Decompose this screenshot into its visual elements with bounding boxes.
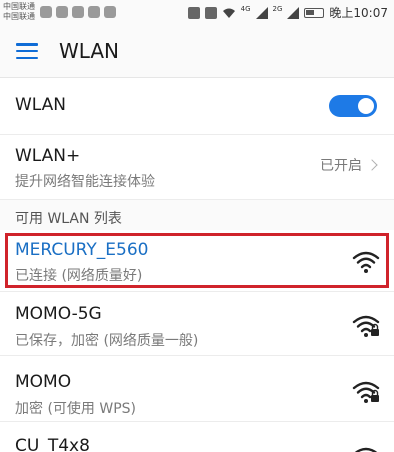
- wlan-switch[interactable]: [329, 95, 377, 117]
- telegram-icon: [104, 6, 116, 18]
- network-status: 已连接 (网络质量好): [15, 268, 143, 284]
- wlan-plus-label: WLAN+: [15, 146, 81, 166]
- vibrate-icon: [204, 6, 217, 19]
- wifi-lock-icon: [352, 315, 380, 337]
- wlan-plus-status-text: 已开启: [320, 158, 362, 174]
- qq-icon: [56, 6, 68, 18]
- switch-knob: [358, 98, 374, 114]
- wifi-full-icon: [352, 251, 380, 273]
- chevron-right-icon: [366, 159, 378, 171]
- heart-icon: [40, 6, 52, 18]
- status-right: 4G 2G 晚上10:07: [187, 4, 388, 21]
- weibo-icon: [88, 6, 100, 18]
- wlan-plus-status: 已开启: [320, 155, 378, 175]
- status-bar: 中国联通 中国联通 4G 2G 晚上10:07: [0, 0, 394, 25]
- network-ssid: MOMO: [15, 372, 72, 392]
- message-icon: [72, 6, 84, 18]
- page-title: WLAN: [59, 39, 120, 63]
- wlan-plus-row[interactable]: WLAN+ 提升网络智能连接体验 已开启: [0, 135, 394, 200]
- network-ssid: MOMO-5G: [15, 304, 102, 324]
- notification-icons: [40, 6, 116, 18]
- wifi-status-icon: [222, 8, 235, 18]
- carrier-label-1: 中国联通: [3, 2, 35, 11]
- signal-1-icon: [255, 6, 268, 19]
- battery-icon: [304, 7, 325, 18]
- network-item-momo[interactable]: MOMO 加密 (可使用 WPS): [0, 356, 394, 422]
- signal-2-icon: [287, 6, 300, 19]
- network-ssid: CU_T4x8: [15, 436, 90, 452]
- network-status: 已保存，加密 (网络质量一般): [15, 333, 199, 349]
- section-title: 可用 WLAN 列表: [15, 211, 122, 227]
- app-bar: WLAN: [0, 25, 394, 78]
- bluetooth-icon: [187, 6, 200, 19]
- menu-icon[interactable]: [16, 43, 38, 60]
- clock: 晚上10:07: [329, 6, 388, 20]
- carrier-label-2: 中国联通: [3, 12, 35, 21]
- signal-2-type: 2G: [272, 4, 283, 13]
- wlan-toggle-row[interactable]: WLAN: [0, 78, 394, 135]
- network-status: 加密 (可使用 WPS): [15, 401, 136, 417]
- network-ssid: MERCURY_E560: [15, 240, 149, 260]
- network-item-cu[interactable]: CU_T4x8: [0, 422, 394, 452]
- wlan-toggle-label: WLAN: [15, 95, 67, 115]
- network-item-momo-5g[interactable]: MOMO-5G 已保存，加密 (网络质量一般): [0, 292, 394, 356]
- signal-1-type: 4G: [240, 4, 251, 13]
- network-item-mercury[interactable]: MERCURY_E560 已连接 (网络质量好): [0, 230, 394, 292]
- wifi-lock-icon: [352, 381, 380, 403]
- wifi-icon: [354, 447, 378, 452]
- section-header: 可用 WLAN 列表: [0, 200, 394, 230]
- wlan-plus-subtitle: 提升网络智能连接体验: [15, 174, 155, 190]
